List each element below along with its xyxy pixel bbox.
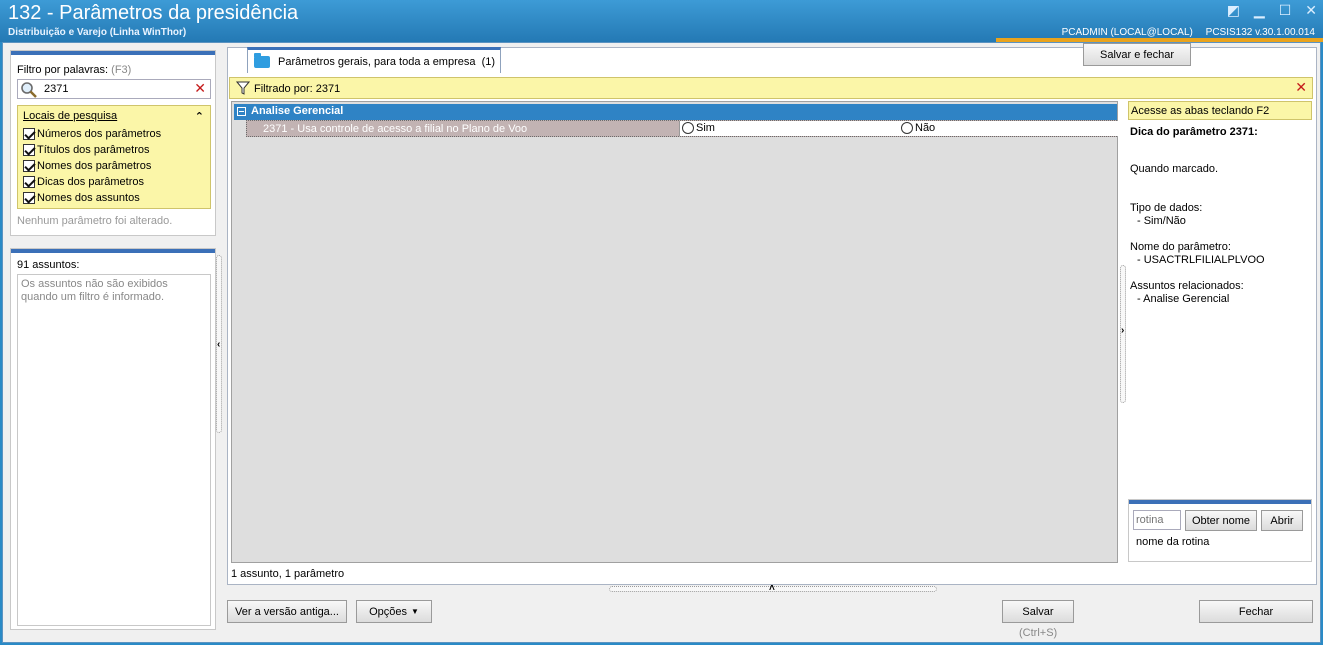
data-type-value: - Sim/Não [1137, 215, 1186, 227]
search-value: 2371 [44, 83, 69, 95]
options-button[interactable]: Opções ▼ [356, 600, 432, 623]
option-label: Nomes dos assuntos [37, 192, 140, 204]
radio-nao[interactable]: Não [901, 122, 935, 134]
minimize-icon[interactable]: ▁ [1254, 2, 1265, 19]
filter-panel: Filtro por palavras: (F3) 2371 ✕ Locais … [10, 50, 216, 236]
filter-label: Filtro por palavras: (F3) [17, 64, 131, 76]
save-button[interactable]: Salvar [1002, 600, 1074, 623]
save-shortcut-hint: (Ctrl+S) [1019, 627, 1058, 639]
data-type-label: Tipo de dados: [1130, 202, 1203, 214]
subjects-panel: 91 assuntos: Os assuntos não são exibido… [10, 248, 216, 630]
get-name-button[interactable]: Obter nome [1185, 510, 1257, 531]
old-version-button[interactable]: Ver a versão antiga... [227, 600, 347, 623]
clear-search-icon[interactable]: ✕ [194, 80, 206, 97]
save-and-close-button[interactable]: Salvar e fechar [1083, 43, 1191, 66]
radio-circle[interactable] [901, 122, 913, 134]
collapse-group-icon[interactable] [237, 107, 246, 116]
title-bar: 132 - Parâmetros da presidência Distribu… [0, 0, 1323, 42]
no-change-text: Nenhum parâmetro foi alterado. [17, 215, 173, 227]
panel-header-strip [11, 249, 215, 253]
checkbox[interactable] [23, 128, 35, 140]
option-parameter-names[interactable]: Nomes dos parâmetros [23, 160, 151, 172]
filtered-label: Filtrado por: 2371 [254, 83, 341, 95]
search-locations-box: Locais de pesquisa ⌃ Números dos parâmet… [17, 105, 211, 209]
option-parameter-hints[interactable]: Dicas dos parâmetros [23, 176, 144, 188]
option-label: Números dos parâmetros [37, 128, 162, 140]
radio-circle[interactable] [682, 122, 694, 134]
param-name-value: - USACTRLFILIALPLVOO [1137, 254, 1265, 266]
checkbox[interactable] [23, 192, 35, 204]
option-label: Dicas dos parâmetros [37, 176, 144, 188]
restore-icon[interactable]: ◩ [1227, 2, 1240, 19]
group-row[interactable]: Analise Gerencial [234, 104, 1117, 120]
search-input[interactable]: 2371 ✕ [17, 79, 211, 99]
parameters-grid: Analise Gerencial 2371 - Usa controle de… [231, 101, 1118, 563]
clear-filter-icon[interactable]: ✕ [1295, 79, 1307, 96]
tab-label: Parâmetros gerais, para toda a empresa (… [278, 55, 496, 68]
filter-shortcut: (F3) [111, 64, 132, 76]
open-button[interactable]: Abrir [1261, 510, 1303, 531]
main-window: Filtro por palavras: (F3) 2371 ✕ Locais … [2, 42, 1321, 643]
chevron-right-icon[interactable]: › [1121, 325, 1124, 336]
user-label: PCADMIN (LOCAL@LOCAL) [1061, 27, 1193, 38]
filter-label-text: Filtro por palavras: [17, 64, 109, 76]
routine-panel: Obter nome Abrir nome da rotina [1128, 499, 1312, 562]
collapse-icon[interactable]: ⌃ [195, 110, 204, 123]
related-subjects-label: Assuntos relacionados: [1130, 280, 1244, 292]
group-label: Analise Gerencial [251, 105, 344, 117]
option-parameter-numbers[interactable]: Números dos parâmetros [23, 128, 161, 140]
parameter-value-cell: Sim Não [679, 121, 1118, 136]
checkbox[interactable] [23, 176, 35, 188]
window-controls: ◩ ▁ ☐ ✕ [1227, 2, 1317, 19]
hint-description: Quando marcado. [1130, 163, 1219, 175]
close-button[interactable]: Fechar [1199, 600, 1313, 623]
chevron-left-icon[interactable]: ‹ [217, 339, 220, 350]
param-name-label: Nome do parâmetro: [1130, 241, 1231, 253]
tab-general-parameters[interactable]: Parâmetros gerais, para toda a empresa (… [247, 47, 501, 73]
options-label: Opções [369, 605, 407, 618]
checkbox[interactable] [23, 160, 35, 172]
routine-input[interactable] [1133, 510, 1181, 530]
checkbox[interactable] [23, 144, 35, 156]
search-icon [21, 82, 37, 98]
f2-hint-text: Acesse as abas teclando F2 [1131, 105, 1270, 117]
option-parameter-titles[interactable]: Títulos dos parâmetros [23, 144, 150, 156]
funnel-icon [236, 81, 250, 95]
folder-icon [254, 52, 270, 68]
search-locations-title: Locais de pesquisa [23, 110, 118, 122]
chevron-up-icon[interactable]: ˄ [769, 583, 775, 594]
window-title: 132 - Parâmetros da presidência [8, 2, 299, 24]
radio-sim[interactable]: Sim [682, 122, 715, 134]
close-icon[interactable]: ✕ [1305, 2, 1317, 19]
f2-hint-box: Acesse as abas teclando F2 [1128, 101, 1312, 120]
user-info: PCADMIN (LOCAL@LOCAL) PCSIS132 v.30.1.00… [1052, 27, 1315, 38]
panel-header-strip [1129, 500, 1311, 504]
parameter-row[interactable]: 2371 - Usa controle de acesso a filial n… [246, 120, 1118, 137]
routine-caption: nome da rotina [1136, 536, 1210, 548]
status-text: 1 assunto, 1 parâmetro [231, 568, 345, 580]
version-label: PCSIS132 v.30.1.00.014 [1205, 27, 1315, 38]
hint-title: Dica do parâmetro 2371: [1130, 126, 1258, 138]
option-subject-names[interactable]: Nomes dos assuntos [23, 192, 140, 204]
subjects-list[interactable]: Os assuntos não são exibidos quando um f… [17, 274, 211, 626]
subjects-count: 91 assuntos: [17, 259, 80, 271]
parameter-label: 2371 - Usa controle de acesso a filial n… [263, 123, 528, 135]
radio-label: Sim [696, 122, 715, 134]
hint-panel: Acesse as abas teclando F2 Dica do parâm… [1128, 101, 1314, 541]
radio-label: Não [915, 122, 936, 134]
subjects-message: Os assuntos não são exibidos quando um f… [21, 278, 168, 303]
window-subtitle: Distribuição e Varejo (Linha WinThor) [8, 27, 187, 38]
maximize-icon[interactable]: ☐ [1279, 2, 1292, 19]
dropdown-arrow-icon: ▼ [411, 607, 419, 616]
option-label: Nomes dos parâmetros [37, 160, 152, 172]
related-subjects-value: - Analise Gerencial [1137, 293, 1230, 305]
option-label: Títulos dos parâmetros [37, 144, 150, 156]
filtered-bar: Filtrado por: 2371 ✕ [229, 77, 1313, 99]
panel-header-strip [11, 51, 215, 55]
